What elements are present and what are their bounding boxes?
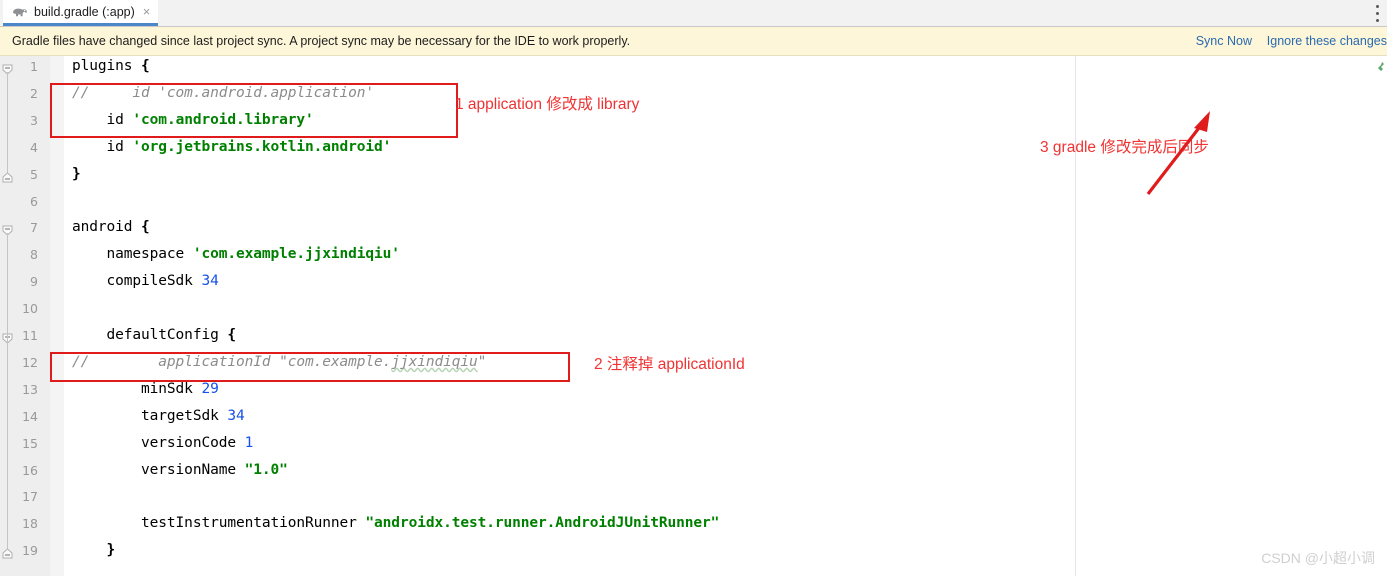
- code-line[interactable]: minSdk 29: [72, 381, 219, 397]
- notification-message: Gradle files have changed since last pro…: [12, 34, 631, 48]
- code-token: minSdk: [72, 380, 202, 397]
- code-line[interactable]: versionName "1.0": [72, 462, 288, 478]
- code-token: android: [72, 219, 142, 236]
- code-token: ": [477, 353, 487, 370]
- code-token: "1.0": [244, 461, 288, 478]
- code-line[interactable]: id 'com.android.library': [72, 112, 314, 128]
- code-token: id: [72, 138, 133, 155]
- gradle-sync-notification-bar: Gradle files have changed since last pro…: [0, 27, 1387, 56]
- code-token: 1: [244, 434, 254, 451]
- line-number: 15: [22, 435, 38, 451]
- line-number: 8: [30, 247, 38, 263]
- code-editor[interactable]: 1 plugins {2// id 'com.android.applicatio…: [0, 56, 1387, 576]
- fold-region-bar: [7, 72, 8, 173]
- ignore-changes-link[interactable]: Ignore these changes: [1267, 34, 1387, 48]
- code-line[interactable]: namespace 'com.example.jjxindiqiu': [72, 246, 401, 263]
- code-token: }: [72, 542, 116, 559]
- line-number: 10: [22, 301, 38, 317]
- code-line[interactable]: }: [72, 542, 116, 559]
- code-token: {: [141, 58, 150, 74]
- line-number: 2: [30, 85, 38, 101]
- annotation-text-2: 3 gradle 修改完成后同步: [1040, 139, 1209, 156]
- code-token: "androidx.test.runner.AndroidJUnitRunner…: [365, 515, 720, 532]
- code-line[interactable]: compileSdk 34: [72, 273, 219, 289]
- code-line[interactable]: plugins {: [72, 58, 150, 74]
- tab-build-gradle-app[interactable]: build.gradle (:app) ×: [3, 0, 159, 26]
- code-token: {: [141, 219, 150, 236]
- line-number: 14: [22, 408, 38, 424]
- code-line[interactable]: // applicationId "com.example.jjxindiqiu…: [72, 354, 486, 370]
- code-line[interactable]: id 'org.jetbrains.kotlin.android': [72, 138, 392, 155]
- code-token: 29: [201, 380, 219, 397]
- line-number: 13: [22, 381, 38, 397]
- code-token: // applicationId "com.example.: [72, 353, 392, 370]
- tab-close-icon[interactable]: ×: [143, 5, 151, 18]
- more-vertical-icon[interactable]: [1375, 5, 1379, 22]
- code-line[interactable]: android {: [72, 219, 150, 235]
- code-token: {: [227, 327, 236, 343]
- code-token: 'com.example.jjxindiqiu': [192, 246, 400, 263]
- code-token: targetSdk: [72, 407, 228, 424]
- code-token: }: [72, 165, 81, 182]
- code-token: versionCode: [72, 434, 245, 451]
- code-line[interactable]: targetSdk 34: [72, 408, 245, 424]
- code-token: id: [72, 111, 133, 128]
- code-line[interactable]: versionCode 1: [72, 435, 253, 451]
- code-folding-gutter[interactable]: [50, 56, 64, 576]
- code-token: 34: [201, 273, 219, 290]
- line-number: 18: [22, 516, 38, 532]
- line-number: 3: [30, 112, 38, 128]
- code-line[interactable]: }: [72, 166, 81, 182]
- line-number: 17: [22, 489, 38, 505]
- code-line[interactable]: testInstrumentationRunner "androidx.test…: [72, 515, 719, 531]
- code-token: versionName: [72, 461, 245, 478]
- editor-marker-gutter[interactable]: [1373, 56, 1387, 576]
- watermark: CSDN @小超小调: [1261, 550, 1375, 566]
- right-margin-guide: [1075, 56, 1076, 576]
- code-token: // id 'com.android.application': [72, 84, 375, 101]
- line-number: 12: [22, 354, 38, 370]
- code-line[interactable]: // id 'com.android.application': [72, 85, 374, 101]
- line-number: 16: [22, 462, 38, 478]
- code-token: jjxindiqiu: [391, 353, 478, 370]
- code-token: namespace: [72, 246, 193, 263]
- line-number: 4: [30, 139, 38, 155]
- sync-now-link[interactable]: Sync Now: [1196, 34, 1252, 48]
- code-token: 'com.android.library': [132, 111, 314, 128]
- annotation-text-1: 1 application 修改成 library: [455, 96, 640, 113]
- code-token: testInstrumentationRunner: [72, 515, 366, 532]
- vcs-change-marker-icon: [1378, 62, 1384, 71]
- fold-region-bar: [7, 341, 8, 550]
- gradle-elephant-icon: [13, 8, 27, 16]
- editor-tab-bar: build.gradle (:app) ×: [0, 0, 1387, 27]
- annotation-text-3: 2 注释掉 applicationId: [594, 356, 745, 373]
- code-token: 34: [227, 407, 245, 424]
- code-token: plugins: [72, 58, 142, 74]
- line-number: 6: [30, 193, 38, 209]
- line-number: 9: [30, 274, 38, 290]
- code-token: defaultConfig: [72, 327, 228, 343]
- tab-label: build.gradle (:app): [34, 4, 135, 19]
- code-line[interactable]: defaultConfig {: [72, 327, 237, 343]
- code-token: compileSdk: [72, 273, 202, 290]
- code-token: 'org.jetbrains.kotlin.android': [132, 138, 392, 155]
